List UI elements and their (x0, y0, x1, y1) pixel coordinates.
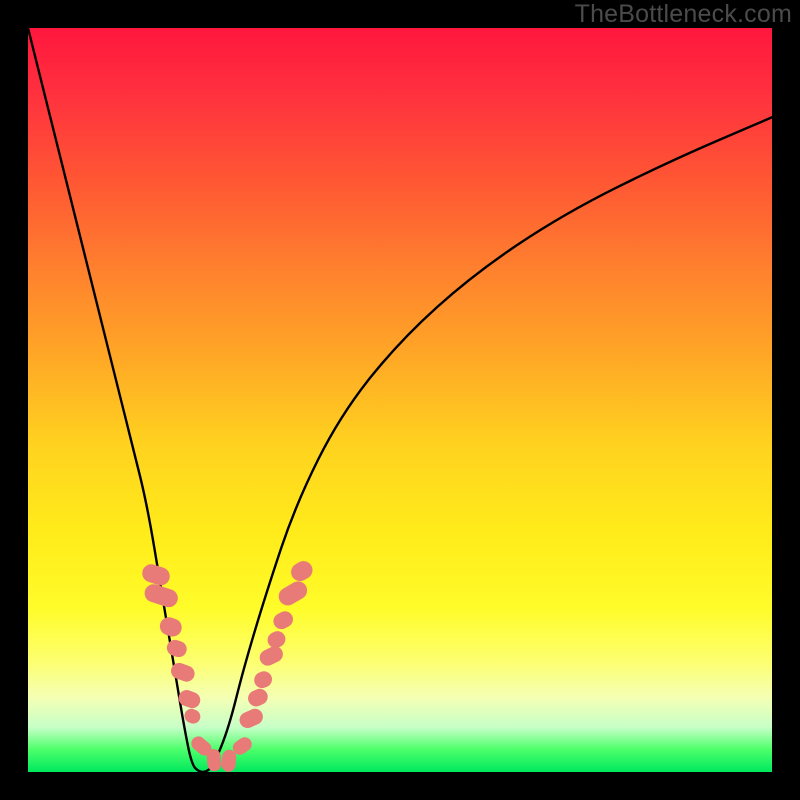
data-point (237, 706, 265, 730)
data-point (165, 638, 189, 659)
data-point (252, 669, 275, 691)
plot-area (28, 28, 772, 772)
data-point (158, 615, 184, 639)
bottleneck-curve (28, 28, 772, 772)
data-point (140, 562, 172, 588)
watermark-text: TheBottleneck.com (575, 0, 792, 29)
data-markers (140, 558, 316, 773)
data-point (182, 707, 202, 726)
data-point (265, 628, 288, 650)
data-point (288, 558, 316, 585)
data-point (271, 608, 296, 632)
chart-svg (28, 28, 772, 772)
figure-frame: TheBottleneck.com (0, 0, 800, 800)
data-point (275, 578, 310, 609)
data-point (221, 749, 237, 772)
data-point (246, 686, 271, 709)
data-point (257, 643, 286, 668)
